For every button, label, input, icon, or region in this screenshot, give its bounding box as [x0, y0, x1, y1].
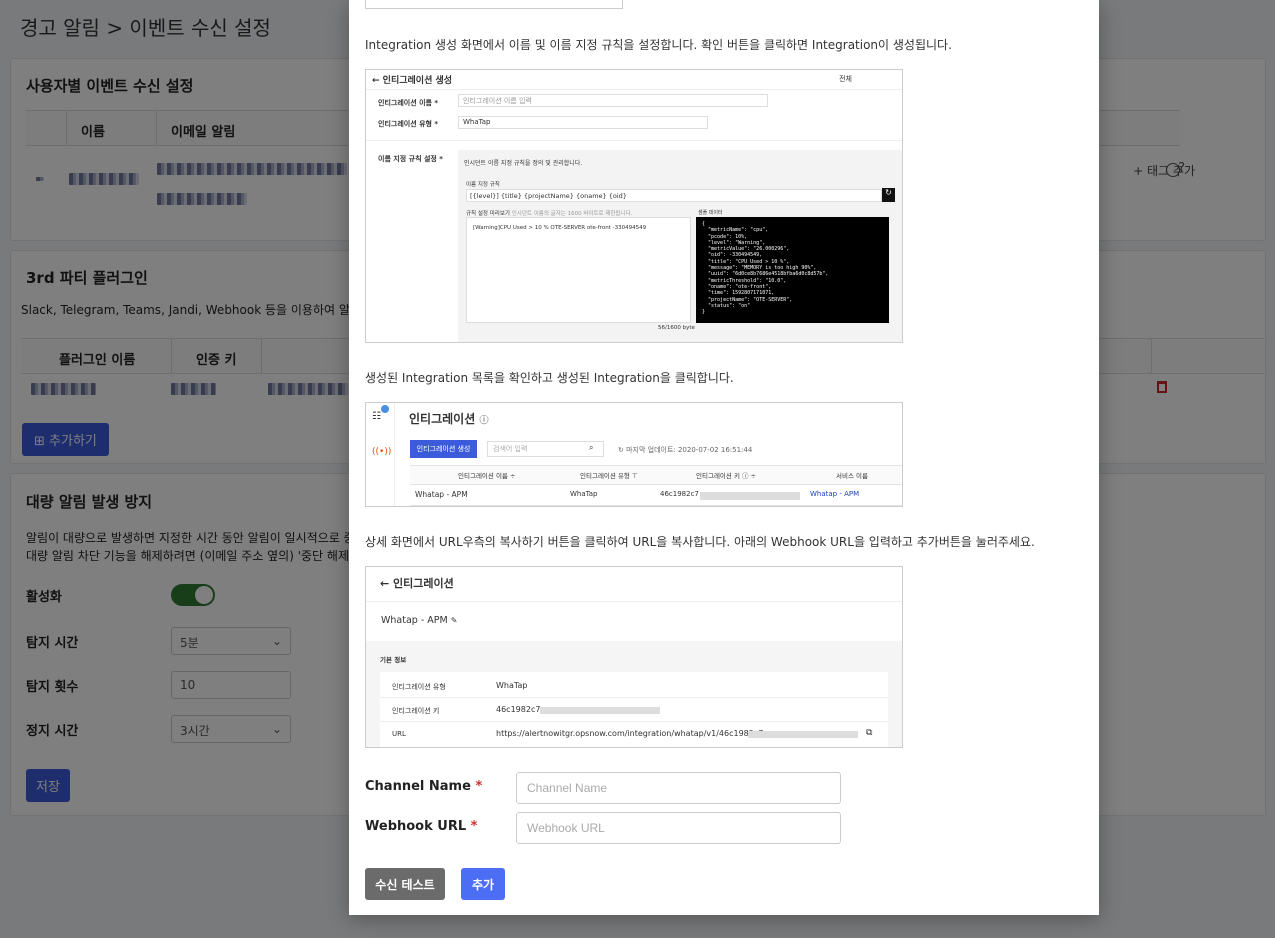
channel-name-label: Channel Name * — [365, 779, 483, 794]
step1-text: Integration 생성 화면에서 이름 및 이름 지정 규칙을 설정합니다… — [365, 38, 952, 52]
webhook-guide-modal: Integration 생성 화면에서 이름 및 이름 지정 규칙을 설정합니다… — [349, 0, 1099, 915]
integration-detail-screenshot: ← 인티그레이션 Whatap - APM ✎ 기본 정보 인티그레이션 유형 W… — [365, 566, 903, 748]
shot1-help: 전체 — [839, 75, 852, 83]
menu-icon: ☷ — [372, 411, 381, 422]
step2-text: 생성된 Integration 목록을 확인하고 생성된 Integration… — [365, 371, 734, 385]
copy-icon: ⧉ — [866, 728, 873, 738]
integration-create-screenshot: ← 인티그레이션 생성 전체 인티그레이션 이름 * 인티그레이션 이름 입력 … — [365, 69, 903, 343]
add-button[interactable]: 추가 — [461, 868, 505, 900]
key-blurred — [700, 492, 800, 500]
edit-icon: ✎ — [450, 616, 458, 625]
integration-list-screenshot: ☷ ((•)) 인티그레이션 ⓘ 인티그레이션 생성 검색어 입력 ⌕ ↻ 마지… — [365, 402, 903, 507]
refresh-icon: ↻ — [882, 188, 895, 202]
sample-json: { "metricName": "cpu", "pcode": 10%, "le… — [696, 217, 889, 323]
receive-test-button[interactable]: 수신 테스트 — [365, 868, 445, 900]
channel-name-input[interactable] — [516, 772, 841, 804]
shot1-header: ← 인티그레이션 생성 — [366, 70, 902, 90]
help-icon: ⓘ — [479, 416, 489, 426]
search-icon: ⌕ — [589, 443, 594, 452]
refresh-icon: ↻ — [618, 446, 627, 454]
webhook-url-label: Webhook URL * — [365, 819, 478, 834]
previous-screenshot-edge — [365, 0, 623, 9]
webhook-url-input[interactable] — [516, 812, 841, 844]
broadcast-icon: ((•)) — [372, 447, 392, 457]
step3-text: 상세 화면에서 URL우측의 복사하기 버튼을 클릭하여 URL을 복사합니다.… — [365, 535, 1035, 549]
